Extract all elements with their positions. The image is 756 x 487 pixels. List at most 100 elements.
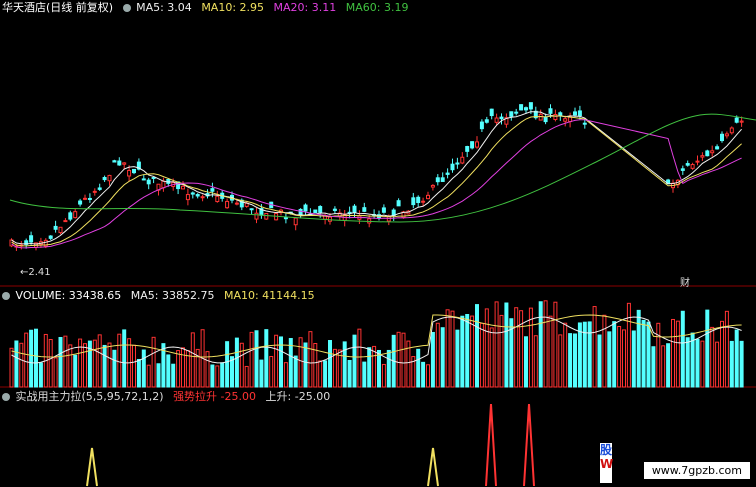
candle-body — [29, 235, 34, 243]
volume-bar — [342, 341, 347, 388]
volume-panel[interactable]: VOLUME: 33438.65 MA5: 33852.75 MA10: 411… — [0, 288, 756, 388]
volume-bar — [592, 306, 597, 388]
volume-bar — [533, 335, 538, 388]
candle-body — [97, 187, 102, 190]
indicator-panel[interactable]: 实战用主力拉(5,5,95,72,1,2) 强势拉升 -25.00 上升: -2… — [0, 389, 756, 487]
volume-bar — [97, 334, 102, 388]
candle-body — [117, 160, 122, 166]
volume-bar — [489, 327, 494, 388]
volume-bar — [279, 336, 283, 388]
candle-body — [720, 133, 724, 142]
candle-body — [298, 208, 303, 216]
low-price-marker: ←2.41 — [20, 267, 51, 278]
candlestick-chart[interactable] — [0, 0, 756, 287]
volume-bar — [141, 349, 146, 388]
settings-dot-icon[interactable] — [122, 4, 131, 12]
volume-bar — [617, 325, 622, 388]
volume-bar — [234, 337, 239, 388]
candle-body — [249, 208, 254, 211]
candle-body — [48, 235, 53, 239]
candle-body — [519, 104, 524, 111]
candle-body — [283, 217, 288, 220]
candle-body — [489, 108, 494, 117]
volume-bar — [53, 357, 58, 388]
indicator-spike — [523, 403, 535, 487]
volume-bar — [38, 362, 43, 388]
volume-bar — [396, 331, 401, 388]
candle-body — [514, 111, 519, 114]
volume-bar — [215, 365, 220, 388]
candle-body — [577, 110, 582, 117]
settings-dot-icon[interactable] — [2, 393, 10, 401]
volume-bar — [524, 336, 528, 388]
candle-body — [234, 202, 239, 205]
volume-bar — [146, 364, 151, 388]
candle-body — [112, 160, 117, 163]
volume-bar — [117, 333, 122, 388]
volume-bar — [132, 344, 136, 388]
volume-bar — [426, 364, 430, 388]
candle-body — [92, 190, 97, 193]
volume-bar — [519, 310, 524, 388]
volume-bar — [475, 304, 479, 388]
ma5-label: MA5: 3.04 — [136, 1, 192, 14]
volume-bar — [269, 355, 274, 388]
candle-body — [83, 197, 87, 200]
ma10-label: MA10: 2.95 — [201, 1, 265, 14]
indicator-spike — [427, 447, 439, 487]
candle-body — [548, 108, 553, 114]
volume-bar — [695, 338, 700, 388]
volume-bar — [715, 341, 720, 388]
candle-body — [107, 174, 112, 182]
volume-bar — [666, 343, 671, 388]
watermark-side-bottom: W — [600, 457, 614, 471]
volume-bar — [318, 360, 323, 388]
candle-body — [573, 111, 577, 116]
volume-bar — [225, 341, 230, 388]
candle-body — [440, 177, 445, 182]
trend-label: 强势拉升 -25.00 — [173, 390, 257, 403]
volume-bar — [230, 356, 234, 388]
candle-body — [563, 118, 568, 122]
volume-bar — [176, 350, 181, 388]
volume-bar — [661, 345, 666, 388]
settings-dot-icon[interactable] — [2, 292, 10, 300]
volume-bar — [724, 310, 729, 388]
watermark-side-top: 股 — [600, 443, 613, 457]
watermark-site: www.7gpzb.com — [643, 462, 750, 479]
ma5-line — [11, 111, 742, 245]
volume-bar — [734, 329, 739, 388]
volume-bar — [19, 342, 24, 388]
volume-bar — [504, 302, 509, 388]
volume-bar — [92, 339, 97, 388]
volume-bar — [274, 334, 279, 388]
volume-bar — [151, 336, 156, 388]
candle-body — [715, 146, 720, 150]
candle-body — [185, 194, 190, 201]
vol-ma5-label: MA5: 33852.75 — [130, 289, 215, 302]
price-header: 华天酒店(日线 前复权) MA5: 3.04 MA10: 2.95 MA20: … — [2, 1, 414, 15]
candle-body — [435, 177, 440, 183]
volume-bar — [440, 327, 445, 388]
volume-chart[interactable] — [0, 288, 756, 388]
candle-body — [729, 127, 734, 134]
price-panel[interactable]: 华天酒店(日线 前复权) MA5: 3.04 MA10: 2.95 MA20: … — [0, 0, 756, 289]
candle-body — [475, 141, 479, 148]
volume-bar — [646, 321, 651, 388]
volume-bar — [264, 329, 269, 388]
candle-body — [695, 160, 700, 163]
volume-bar — [563, 322, 568, 388]
volume-bar — [328, 340, 332, 388]
volume-bar — [293, 355, 298, 388]
stock-title: 华天酒店(日线 前复权) — [2, 1, 114, 14]
volume-bar — [445, 309, 450, 388]
volume-bar — [377, 349, 381, 388]
finance-marker[interactable]: 财 — [680, 274, 690, 289]
candle-body — [494, 117, 499, 123]
candle-body — [73, 211, 78, 219]
volume-bar — [435, 322, 440, 388]
volume-bar — [136, 358, 141, 388]
candle-body — [132, 168, 136, 174]
volume-bar — [641, 319, 646, 388]
indicator-spike — [485, 403, 497, 487]
